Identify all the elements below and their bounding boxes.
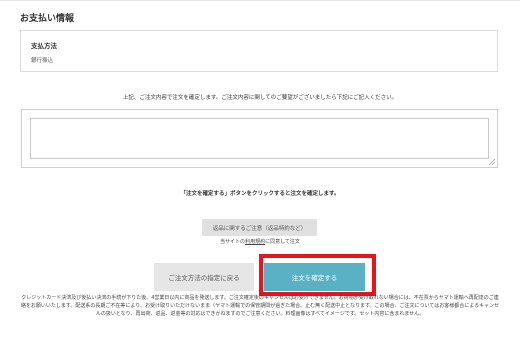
confirm-notice: 「注文を確定する」ボタンをクリックすると注文を確定します。: [180, 191, 340, 197]
returns-policy-button[interactable]: 返品に関するご注意（返品特約など）: [202, 219, 317, 236]
payment-info-box: 支払方法 銀行振込: [20, 30, 498, 72]
comment-textarea[interactable]: [30, 118, 489, 159]
order-instructions: 上記、ご注文内容で注文を確定します。ご注文内容に関してのご要望がございましたら下…: [122, 95, 398, 101]
comment-box: [21, 109, 498, 168]
payment-method-value: 銀行振込: [31, 58, 54, 64]
terms-agreement: 当サイトの利用規約に同意して注文: [0, 238, 520, 245]
resize-grip-icon[interactable]: [489, 159, 495, 165]
section-title: お支払い情報: [20, 14, 75, 24]
top-divider: [0, 0, 520, 1]
terms-suffix: に同意して注文: [265, 239, 300, 245]
back-to-order-method-button[interactable]: ご注文方法の指定に戻る: [154, 263, 254, 291]
payment-method-label: 支払方法: [31, 42, 57, 50]
terms-prefix: 当サイトの: [220, 239, 246, 245]
confirm-order-button[interactable]: 注文を確定する: [264, 263, 365, 291]
terms-link[interactable]: 利用規約: [245, 239, 265, 245]
fine-print: クレジットカード決済及び後払い決済の手続が下りた後、4営業日以内に商品を発送しま…: [20, 295, 500, 318]
